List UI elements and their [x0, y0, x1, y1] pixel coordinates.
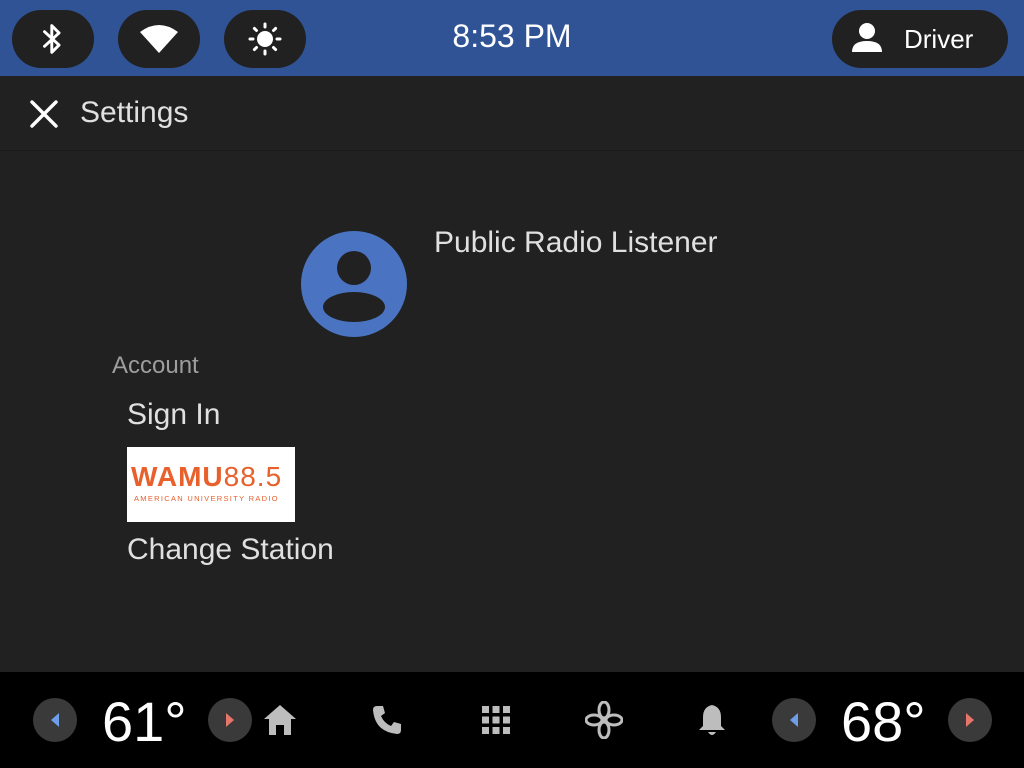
wifi-icon: [140, 25, 178, 53]
app-bar: Settings: [0, 76, 1024, 151]
sign-in-button[interactable]: Sign In: [127, 398, 220, 432]
station-logo-title: WAMU88.5: [131, 461, 282, 493]
arrow-left-icon: [51, 713, 59, 727]
arrow-left-icon: [790, 713, 798, 727]
close-icon: [30, 100, 58, 128]
wifi-button[interactable]: [118, 10, 200, 68]
right-temp-increase-button[interactable]: [948, 698, 992, 742]
bluetooth-icon: [43, 24, 61, 54]
right-temp-decrease-button[interactable]: [772, 698, 816, 742]
left-temp-increase-button[interactable]: [208, 698, 252, 742]
profile-name: Public Radio Listener: [434, 226, 718, 259]
station-frequency: 88.5: [223, 461, 283, 492]
station-logo[interactable]: WAMU88.5 AMERICAN UNIVERSITY RADIO: [127, 447, 295, 522]
user-profile-button[interactable]: Driver: [832, 10, 1008, 68]
station-brand: WAMU: [131, 461, 224, 492]
right-temperature: 68°: [841, 690, 926, 753]
arrow-right-icon: [966, 713, 974, 727]
fan-icon[interactable]: [584, 700, 624, 740]
page-title: Settings: [80, 96, 189, 129]
brightness-icon: [248, 22, 282, 56]
account-circle-icon: [301, 231, 407, 337]
user-label: Driver: [904, 23, 974, 54]
arrow-right-icon: [226, 713, 234, 727]
phone-icon[interactable]: [367, 700, 407, 740]
notification-bell-icon[interactable]: [692, 700, 732, 740]
change-station-button[interactable]: Change Station: [127, 533, 334, 567]
left-temperature: 61°: [102, 690, 187, 753]
home-icon[interactable]: [260, 700, 300, 740]
station-tagline: AMERICAN UNIVERSITY RADIO: [134, 494, 279, 503]
close-button[interactable]: [22, 92, 66, 136]
apps-grid-icon[interactable]: [476, 700, 516, 740]
bluetooth-button[interactable]: [12, 10, 94, 68]
status-bar: 8:53 PM Driver: [0, 0, 1024, 76]
account-section-header: Account: [112, 352, 199, 379]
nav-bar: 61° 68°: [0, 672, 1024, 768]
person-icon: [850, 20, 884, 59]
brightness-button[interactable]: [224, 10, 306, 68]
left-temp-decrease-button[interactable]: [33, 698, 77, 742]
